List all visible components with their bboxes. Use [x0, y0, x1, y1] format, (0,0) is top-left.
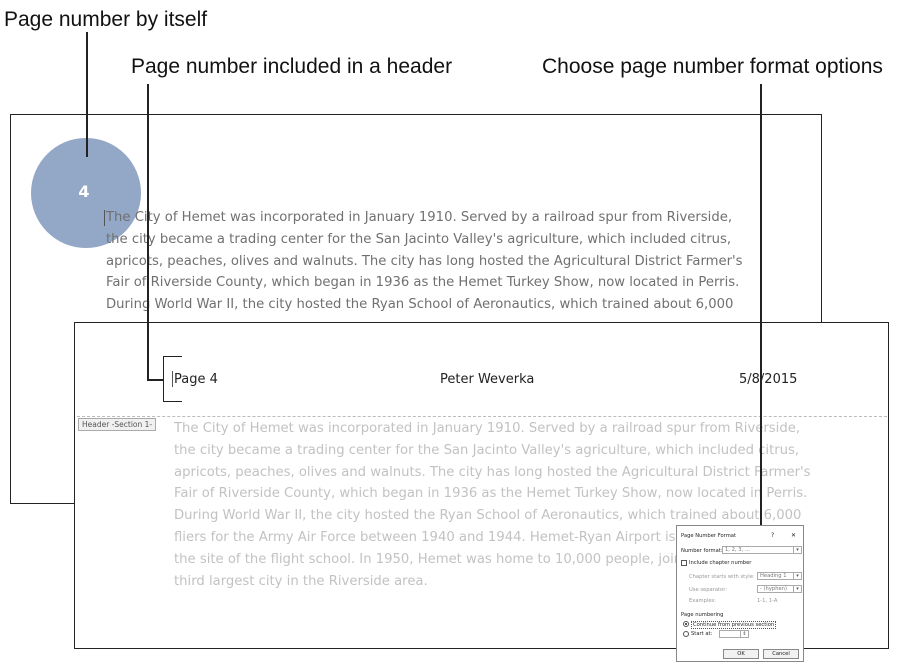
text-line: During World War II, the city hosted the…: [174, 508, 802, 524]
chevron-down-icon: ▾: [793, 547, 801, 553]
page-number-value: 4: [78, 181, 90, 201]
header-bracket: [163, 356, 182, 402]
include-chapter-checkbox[interactable]: [681, 560, 687, 566]
help-button[interactable]: ?: [771, 532, 774, 539]
text-line: Fair of Riverside County, which began in…: [106, 275, 740, 291]
chapter-style-value: Heading 1: [760, 573, 787, 579]
callout-page-number-in-header: Page number included in a header: [131, 55, 453, 78]
chapter-style-select[interactable]: Heading 1 ▾: [757, 572, 802, 580]
text-line: Fair of Riverside County, which began in…: [174, 486, 808, 502]
leader-line-page-number: [86, 32, 88, 157]
separator-select[interactable]: - (hyphen) ▾: [757, 585, 802, 593]
top-page-paragraph: The City of Hemet was incorporated in Ja…: [106, 207, 743, 316]
page-numbering-label: Page numbering: [681, 612, 724, 618]
text-line: apricots, peaches, olives and walnuts. T…: [106, 253, 743, 269]
start-at-input[interactable]: ⇕: [719, 630, 749, 638]
continue-label: Continue from previous section: [691, 621, 777, 629]
text-line: During World War II, the city hosted the…: [106, 297, 734, 313]
text-line: the city became a trading center for the…: [174, 442, 800, 458]
header-date: 5/8/2015: [739, 372, 798, 387]
continue-radio[interactable]: [683, 621, 689, 627]
number-format-select[interactable]: 1, 2, 3, ... ▾: [722, 546, 802, 554]
callout-page-number-by-itself: Page number by itself: [4, 8, 208, 31]
text-line: apricots, peaches, olives and walnuts. T…: [174, 464, 811, 480]
chevron-down-icon: ▾: [793, 573, 801, 579]
start-at-label: Start at:: [691, 631, 713, 637]
cancel-button[interactable]: Cancel: [763, 649, 799, 659]
text-line: the city became a trading center for the…: [106, 231, 732, 247]
callout-format-options: Choose page number format options: [542, 55, 883, 78]
number-format-label: Number format:: [681, 548, 723, 554]
chapter-style-label: Chapter starts with style:: [689, 574, 755, 580]
leader-line-dialog: [760, 84, 762, 532]
include-chapter-label: Include chapter number: [689, 560, 752, 566]
number-format-value: 1, 2, 3, ...: [725, 547, 750, 553]
ok-button[interactable]: OK: [723, 649, 759, 659]
examples-value: 1-1, 1-A: [757, 598, 778, 604]
spinner-icon[interactable]: ⇕: [740, 631, 748, 637]
separator-value: - (hyphen): [760, 586, 787, 592]
leader-line-header-horizontal: [147, 379, 163, 381]
page-number-format-dialog: Page Number Format ? ✕ Number format: 1,…: [676, 525, 804, 662]
header-section-tag: Header -Section 1-: [78, 418, 157, 431]
header-divider: [77, 416, 887, 417]
examples-label: Examples:: [689, 598, 716, 604]
text-cursor: [104, 210, 105, 226]
text-line: The City of Hemet was incorporated in Ja…: [174, 421, 801, 436]
header-author: Peter Weverka: [440, 372, 535, 387]
close-icon[interactable]: ✕: [791, 532, 796, 539]
chevron-down-icon: ▾: [793, 586, 801, 592]
text-line: The City of Hemet was incorporated in Ja…: [106, 210, 733, 225]
start-at-radio[interactable]: [683, 631, 689, 637]
separator-label: Use separator:: [689, 587, 728, 593]
leader-line-header: [147, 84, 149, 380]
dialog-title: Page Number Format: [681, 533, 736, 539]
